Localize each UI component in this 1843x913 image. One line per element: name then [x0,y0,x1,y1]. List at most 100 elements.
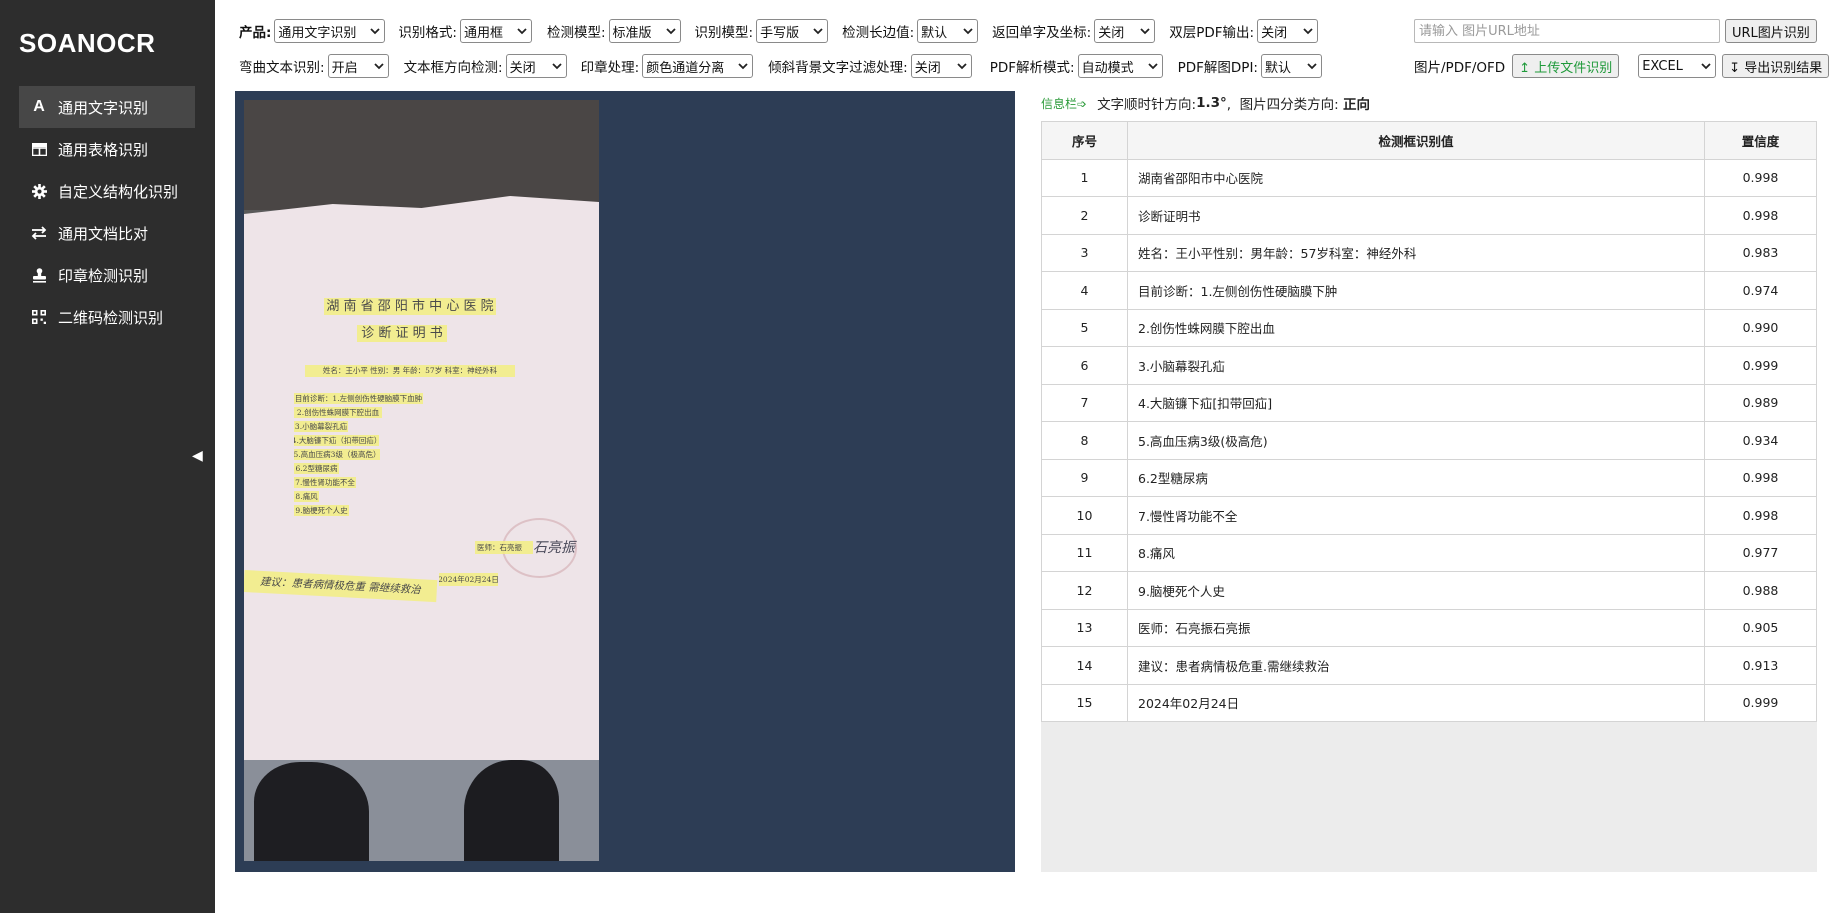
sidebar-item-doc-compare[interactable]: 通用文档比对 [19,212,195,254]
table-row[interactable]: 3 姓名：王小平性别：男年龄：57岁科室：神经外科 0.983 [1041,233,1817,272]
ocr-box[interactable]: 2.创伤性蛛网膜下腔出血 [294,407,382,418]
row-text-cell: 3.小脑幕裂孔疝 [1127,346,1705,385]
row-confidence-cell: 0.934 [1704,421,1817,460]
table-row[interactable]: 11 8.痛风 0.977 [1041,533,1817,572]
pdf-dpi-select[interactable]: 默认 [1260,54,1322,78]
format-select[interactable]: 通用框 [459,19,532,43]
doctor-label: 医师：石亮振 [477,542,522,552]
url-recognize-button[interactable]: URL图片识别 [1725,19,1817,43]
char-coords-select[interactable]: 关闭 [1094,19,1156,43]
row-text-cell: 9.脑梗死个人史 [1127,571,1705,610]
table-row[interactable]: 10 7.慢性肾功能不全 0.998 [1041,496,1817,535]
table-row[interactable]: 5 2.创伤性蛛网膜下腔出血 0.990 [1041,308,1817,347]
sidebar-nav: A 通用文字识别 通用表格识别 自定义结构化识别 通用文档比对 印章检测识别 二… [19,86,195,338]
document-photo: 湖 南 省 邵 阳 市 中 心 医 院 诊 断 证 明 书 姓名：王小平 性别：… [244,100,599,861]
row-text-cell: 诊断证明书 [1127,196,1705,235]
row-confidence-cell: 0.905 [1704,608,1817,647]
sidebar-item-label: 二维码检测识别 [58,308,164,327]
select-value: 通用框 [463,25,503,41]
product-select[interactable]: 通用文字识别 [274,19,386,43]
ocr-box[interactable]: 8.痛风 [294,491,319,502]
app-logo: SOANOCR [19,28,156,58]
ocr-box[interactable]: 姓名：王小平 性别：男 年龄：57岁 科室：神经外科 [305,365,515,377]
table-row[interactable]: 2 诊断证明书 0.998 [1041,196,1817,235]
sidebar-item-table[interactable]: 通用表格识别 [19,128,195,170]
shoe-right [464,760,559,861]
table-row[interactable]: 14 建议：患者病情极危重.需继续救治 0.913 [1041,646,1817,685]
row-confidence-cell: 0.974 [1704,271,1817,310]
table-row[interactable]: 9 6.2型糖尿病 0.998 [1041,458,1817,497]
row-index-cell: 10 [1041,496,1128,535]
export-format-select[interactable]: EXCEL [1638,54,1717,78]
table-row[interactable]: 1 湖南省邵阳市中心医院 0.998 [1041,158,1817,197]
stamp-process-select[interactable]: 颜色通道分离 [642,54,754,78]
row-index-cell: 2 [1041,196,1128,235]
select-value: 开启 [331,60,358,76]
row-confidence-cell: 0.999 [1704,346,1817,385]
ocr-box[interactable]: 6.2型糖尿病 [294,463,339,474]
sidebar-item-general-text[interactable]: A 通用文字识别 [19,86,195,128]
url-controls: URL图片识别 [1414,19,1817,43]
info-orientation-label: , 图片四分类方向: [1226,97,1344,113]
table-row[interactable]: 4 目前诊断：1.左侧创伤性硬脑膜下肿 0.974 [1041,271,1817,310]
sidebar-item-custom-structured[interactable]: 自定义结构化识别 [19,170,195,212]
select-value: 关闭 [1261,25,1288,41]
table-row[interactable]: 15 2024年02月24日 0.999 [1041,683,1817,722]
font-a-icon: A [33,98,45,115]
detect-model-select[interactable]: 标准版 [608,19,681,43]
ocr-box[interactable]: 医师：石亮振 [475,541,533,554]
table-header-row: 序号 检测框识别值 置信度 [1041,121,1817,160]
url-input[interactable] [1414,19,1720,43]
export-results-button[interactable]: ↧ 导出识别结果 [1722,54,1830,78]
dual-pdf-label: 双层PDF输出: [1169,25,1255,41]
toolbar-row-1: 产品: 通用文字识别 识别格式: 通用框 检测模型: 标准版 识别模型: 手写版… [239,19,1319,43]
row-confidence-cell: 0.913 [1704,646,1817,685]
curved-text-select[interactable]: 开启 [327,54,389,78]
sidebar-item-label: 自定义结构化识别 [58,182,179,201]
box-direction-label: 文本框方向检测: [403,60,503,76]
ocr-box[interactable]: 4.大脑镰下疝（扣带回疝） [294,435,379,446]
file-controls: 图片/PDF/OFD ↥ 上传文件识别 EXCEL ↧ 导出识别结果 [1414,54,1830,78]
row-confidence-cell: 0.999 [1704,683,1817,722]
table-row[interactable]: 8 5.高血压病3级(极高危) 0.934 [1041,421,1817,460]
long-side-label: 检测长边值: [842,25,915,41]
chevron-down-icon [957,62,967,70]
photo-background [244,100,599,210]
pdf-dpi-label: PDF解图DPI: [1177,60,1258,76]
ocr-box[interactable]: 9.脑梗死个人史 [294,505,349,516]
upload-file-button[interactable]: ↥ 上传文件识别 [1512,54,1620,78]
long-side-select[interactable]: 默认 [917,19,979,43]
ocr-box[interactable]: 湖 南 省 邵 阳 市 中 心 医 院 [324,298,496,315]
sidebar-item-qrcode[interactable]: 二维码检测识别 [19,296,195,338]
ocr-box[interactable]: 5.高血压病3级（极高危） [294,449,380,460]
skew-filter-select[interactable]: 关闭 [910,54,972,78]
ocr-box[interactable]: 目前诊断：1.左侧创伤性硬脑膜下血肿 [294,393,423,404]
info-bar: 信息栏➩ 文字顺时针方向: 1.3° , 图片四分类方向: 正向 [1041,93,1370,113]
sidebar-item-label: 通用文档比对 [58,224,149,243]
stamp-icon [29,265,49,285]
pdf-mode-select[interactable]: 自动模式 [1077,54,1163,78]
table-row[interactable]: 6 3.小脑幕裂孔疝 0.999 [1041,346,1817,385]
ocr-box[interactable]: 3.小脑幕裂孔疝 [294,421,348,432]
ocr-box[interactable]: 2024年02月24日 [439,573,498,586]
row-confidence-cell: 0.998 [1704,496,1817,535]
table-row[interactable]: 7 4.大脑镰下疝[扣带回疝] 0.989 [1041,383,1817,422]
recog-model-select[interactable]: 手写版 [756,19,829,43]
row-index-cell: 5 [1041,308,1128,347]
box-direction-select[interactable]: 关闭 [505,54,567,78]
chevron-down-icon [1701,62,1711,70]
ocr-box[interactable]: 诊 断 证 明 书 [357,325,447,342]
ocr-box[interactable]: 7.慢性肾功能不全 [294,477,356,488]
sidebar-item-stamp[interactable]: 印章检测识别 [19,254,195,296]
select-value: 自动模式 [1081,60,1134,76]
table-row[interactable]: 13 医师：石亮振石亮振 0.905 [1041,608,1817,647]
dual-pdf-select[interactable]: 关闭 [1257,19,1319,43]
chevron-down-icon [665,27,676,35]
sidebar-collapse-toggle[interactable]: ◀ [192,448,203,464]
chevron-down-icon [370,27,381,35]
table-row[interactable]: 12 9.脑梗死个人史 0.988 [1041,571,1817,610]
col-header-confidence: 置信度 [1704,121,1817,160]
swap-arrows-icon [29,223,49,243]
row-index-cell: 4 [1041,271,1128,310]
stamp-process-label: 印章处理: [580,60,640,76]
